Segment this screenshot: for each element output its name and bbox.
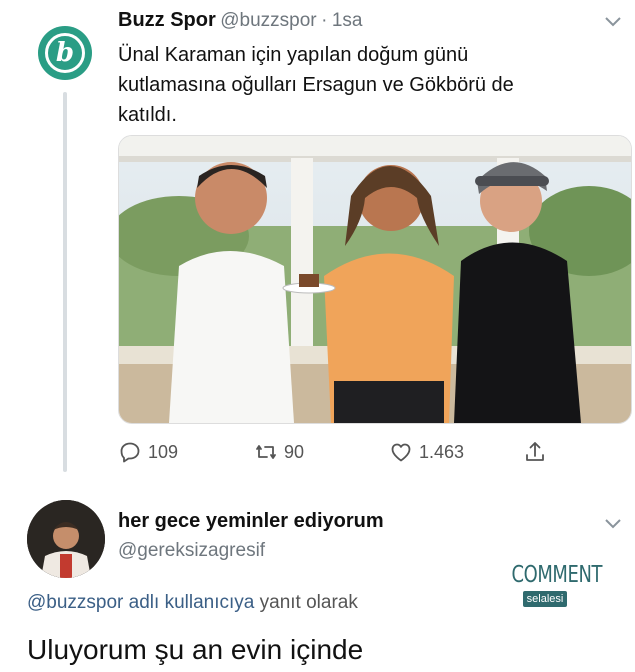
reply-avatar-image [27,500,105,578]
tweet-display-name[interactable]: Buzz Spor [118,9,216,31]
watermark-subtitle: selalesi [522,591,568,607]
reply-handle[interactable]: @gereksizagresif [118,540,265,562]
thread-line [63,92,67,472]
retweet-action[interactable]: 90 [254,438,304,466]
reply-action[interactable]: 109 [118,438,178,466]
chevron-down-icon[interactable] [604,16,622,28]
replying-to: @buzzspor adlı kullanıcıya yanıt olarak [27,592,358,614]
buzzspor-avatar[interactable]: b [38,26,92,80]
like-count: 1.463 [419,441,465,462]
reply-text: Uluyorum şu an evin içinde [27,634,364,665]
retweet-icon [256,445,276,459]
avatar-logo: b [45,33,85,73]
reply-avatar[interactable] [27,500,105,578]
like-action[interactable]: 1.463 [389,438,464,466]
retweet-count: 90 [284,441,305,462]
tweet-handle[interactable]: @buzzspor [220,10,316,31]
like-icon [391,443,411,462]
chevron-down-icon[interactable] [604,518,622,530]
reply-icon [120,442,140,463]
tweet-text-line: katıldı. [118,104,177,126]
tweet-photo[interactable] [118,135,632,424]
watermark-title: COMMENT [511,562,603,588]
share-icon [526,442,544,461]
replying-suffix: yanıt olarak [259,592,358,613]
tweet-header: Buzz Spor @buzzspor · 1sa [118,9,363,32]
reply-display-name[interactable]: her gece yeminler ediyorum [118,510,384,533]
tweet-text: Ünal Karaman için yapılan doğum günü kut… [118,40,598,130]
replying-mention[interactable]: @buzzspor adlı kullanıcıya [27,592,254,613]
tweet-text-line: Ünal Karaman için yapılan doğum günü [118,44,469,66]
watermark-logo: COMMENT selalesi [502,562,603,607]
photo-scene [119,136,631,423]
tweet-text-line: kutlamasına oğulları Ersagun ve Gökbörü … [118,74,514,96]
share-action[interactable] [523,438,553,466]
reply-count: 109 [148,441,179,462]
tweet-separator: · [321,10,328,31]
tweet-time[interactable]: 1sa [332,10,363,31]
